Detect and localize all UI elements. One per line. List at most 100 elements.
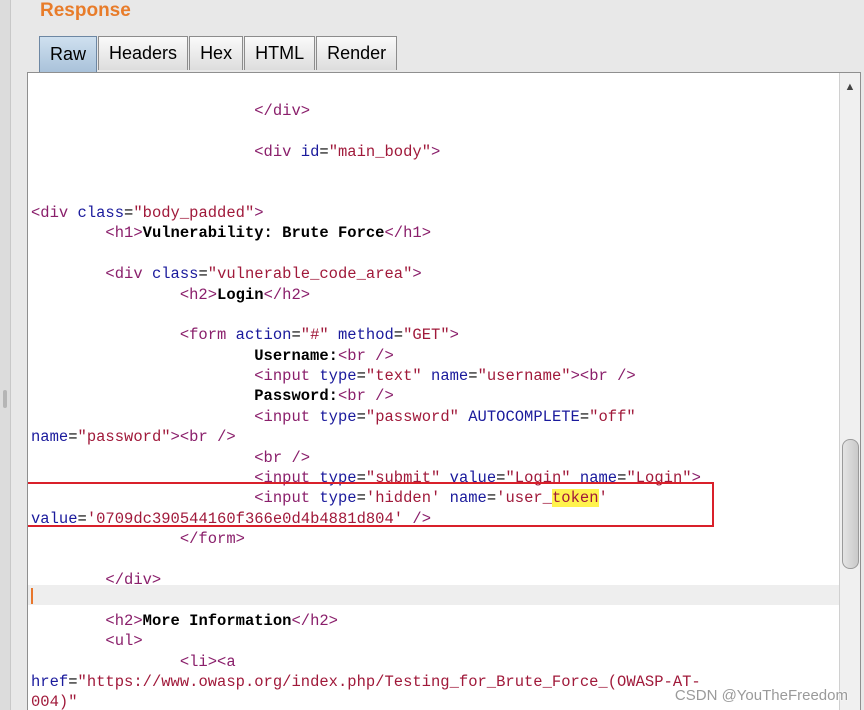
code-token: "off" [589, 407, 636, 426]
code-line: <div id="main_body"> [31, 142, 836, 162]
left-splitter[interactable] [0, 0, 11, 710]
code-line: </form> [31, 529, 836, 549]
code-token: <div [105, 265, 152, 284]
code-token: = [198, 265, 208, 284]
tab-headers[interactable]: Headers [98, 36, 189, 70]
code-line: <ul> [31, 631, 836, 651]
code-token: = [393, 326, 404, 345]
code-token: <br /> [337, 387, 394, 406]
code-token: > [570, 367, 580, 386]
code-token: Username: [254, 346, 338, 365]
code-token: <div [254, 142, 301, 161]
code-token: More Information [142, 611, 292, 630]
vertical-scrollbar[interactable]: ▲ [839, 73, 860, 710]
code-line: <div class="vulnerable_code_area"> [31, 264, 836, 284]
code-line: <h1>Vulnerability: Brute Force</h1> [31, 223, 836, 243]
code-token: <ul> [105, 632, 143, 651]
code-token: <h1> [105, 224, 143, 243]
code-token: class [77, 203, 125, 222]
splitter-grip[interactable] [3, 390, 7, 408]
code-token: <a [217, 652, 236, 671]
code-token: "https://www.owasp.org/index.php/Testing… [77, 672, 701, 691]
code-token: > [170, 428, 180, 447]
code-token: <br /> [337, 346, 394, 365]
code-token: = [356, 367, 366, 386]
code-line: <br /> [31, 448, 836, 468]
code-token: Login [217, 285, 264, 304]
code-token: "main_body" [328, 142, 432, 161]
code-token: = [356, 407, 366, 426]
code-line: <h2>More Information</h2> [31, 611, 836, 631]
response-tabs: Raw Headers Hex HTML Render [39, 36, 398, 72]
code-line: <h2>Login</h2> [31, 285, 836, 305]
code-token: = [579, 407, 590, 426]
code-text[interactable]: </div> <div id="main_body"> <div class="b… [31, 101, 836, 710]
code-token: <input [254, 367, 320, 386]
scroll-up-icon[interactable]: ▲ [843, 81, 857, 95]
code-token: > [254, 203, 264, 222]
code-token: <li> [179, 652, 218, 671]
code-line: <div class="body_padded"> [31, 203, 836, 223]
code-line: <li><a [31, 652, 836, 672]
code-token: <br /> [579, 367, 636, 386]
code-token: name [431, 367, 469, 386]
code-token: action [235, 326, 292, 345]
code-token: > [412, 265, 422, 284]
code-token: = [68, 672, 78, 691]
code-token: > [431, 142, 441, 161]
tab-html[interactable]: HTML [244, 36, 316, 70]
code-token: name [31, 428, 69, 447]
code-token: Password: [254, 387, 338, 406]
code-token: AUTOCOMPLETE [468, 407, 580, 426]
code-token: "username" [477, 367, 571, 386]
code-token: type [319, 367, 357, 386]
raw-response-editor[interactable]: </div> <div id="main_body"> <div class="b… [27, 72, 861, 710]
tab-hex[interactable]: Hex [189, 36, 244, 70]
tab-raw[interactable]: Raw [39, 36, 98, 72]
code-token: = [319, 142, 329, 161]
code-line: </div> [31, 570, 836, 590]
code-token: id [300, 142, 320, 161]
code-line: Username:<br /> [31, 346, 836, 366]
code-token: = [291, 326, 301, 345]
code-token: class [151, 265, 199, 284]
code-token: Vulnerability: Brute Force [142, 224, 385, 243]
code-token: </h1> [384, 224, 431, 243]
code-token: "password" [77, 428, 171, 447]
code-token: <div [31, 203, 78, 222]
code-line: Password:<br /> [31, 386, 836, 406]
watermark: CSDN @YouTheFreedom [674, 687, 848, 704]
code-token: "GET" [403, 326, 450, 345]
code-token: method [337, 326, 394, 345]
panel-title: Response [40, 0, 131, 21]
code-token: </h2> [263, 285, 311, 304]
tab-render[interactable]: Render [316, 36, 398, 70]
code-line: name="password"><br /> [31, 427, 836, 447]
code-token: </h2> [291, 611, 338, 630]
scrollbar-thumb[interactable] [842, 439, 859, 569]
code-token: "#" [300, 326, 329, 345]
code-token: = [468, 367, 478, 386]
code-token: <input [254, 407, 320, 426]
code-token: = [68, 428, 78, 447]
code-token: <h2> [105, 611, 143, 630]
user-token-annotation-box [28, 482, 714, 527]
